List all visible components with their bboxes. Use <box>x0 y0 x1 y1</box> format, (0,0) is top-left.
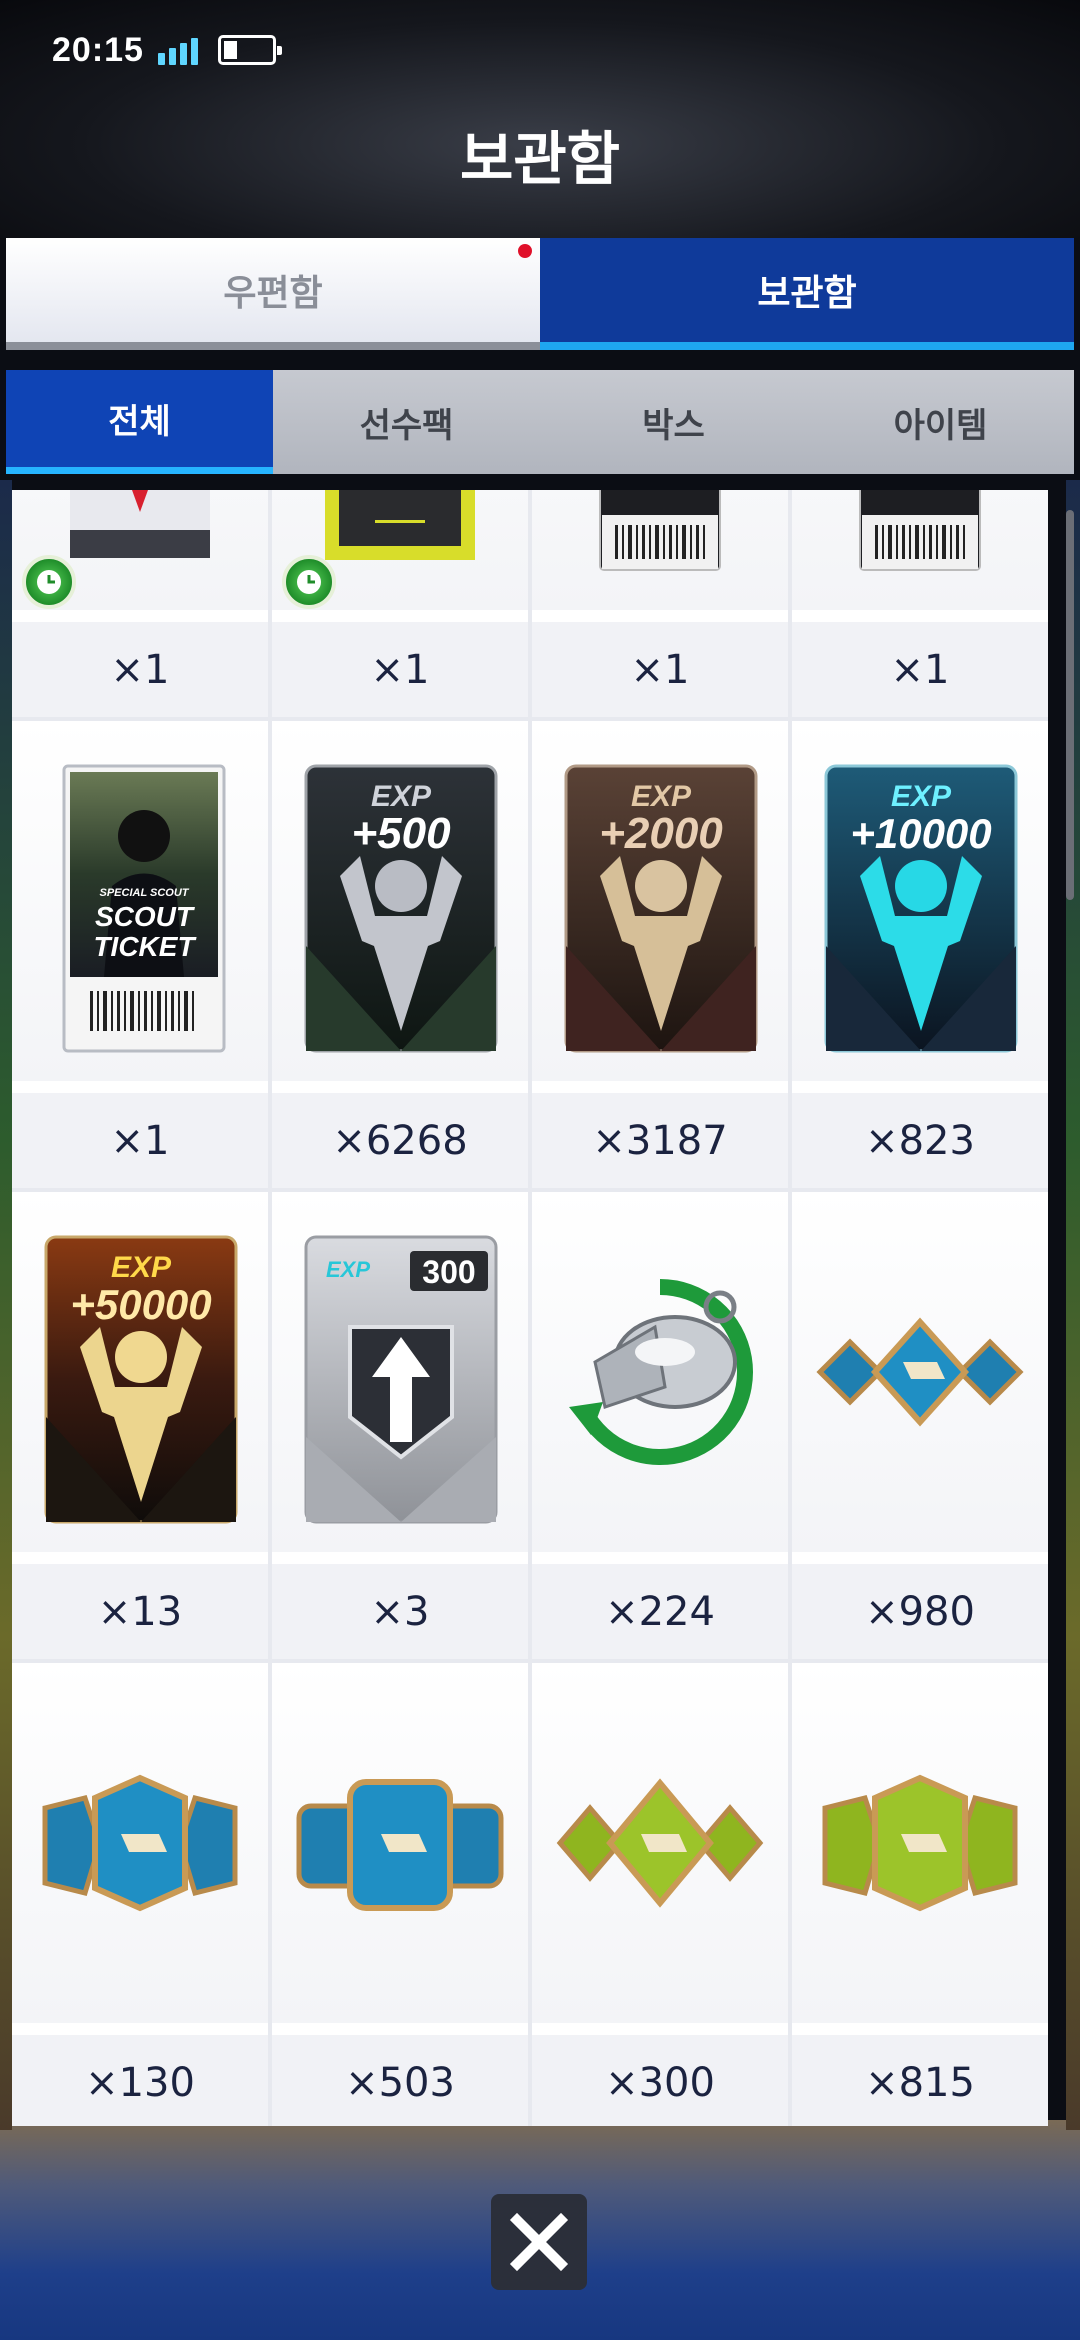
exp-card-label: EXP <box>891 780 952 813</box>
item-grid-panel: ×1 ×1 ×1 ×1 SPECIAL SCOUT SCOUT TICKET ×… <box>12 490 1048 2126</box>
status-bar: 20:15 <box>0 0 1080 100</box>
tab-player-packs[interactable]: 선수팩 <box>273 370 540 474</box>
item-quantity: ×3 <box>272 1564 528 1659</box>
exp-card-image: EXP +500 <box>272 721 528 1081</box>
item-cell[interactable]: ×1 <box>12 490 268 717</box>
item-cell[interactable]: ×1 <box>272 490 528 717</box>
item-cell[interactable]: ×980 <box>792 1192 1048 1659</box>
notification-dot <box>518 244 532 258</box>
item-cell[interactable]: ×1 <box>532 490 788 717</box>
tab-boxes[interactable]: 박스 <box>540 370 807 474</box>
exp-card-amount: +10000 <box>850 810 991 857</box>
item-cell[interactable]: ×815 <box>792 1663 1048 2126</box>
item-cell[interactable]: ×130 <box>12 1663 268 2126</box>
item-quantity: ×224 <box>532 1564 788 1659</box>
tab-all-label: 전체 <box>108 403 171 441</box>
tab-storage-label: 보관함 <box>757 272 857 313</box>
tab-storage[interactable]: 보관함 <box>540 238 1074 350</box>
tab-mailbox[interactable]: 우편함 <box>6 238 540 350</box>
grid-scrollbar[interactable] <box>1066 510 1074 900</box>
item-quantity: ×1 <box>532 622 788 717</box>
exp-up-label: EXP <box>326 1257 370 1282</box>
gift-box-image <box>272 490 528 610</box>
item-cell[interactable]: ×1 <box>792 490 1048 717</box>
exp-card-amount: +500 <box>351 809 451 858</box>
category-tabs: 전체 선수팩 박스 아이템 <box>6 370 1074 474</box>
blue-gems-image <box>12 1663 268 2023</box>
item-cell[interactable]: EXP +500 ×6268 <box>272 721 528 1188</box>
item-cell[interactable]: SPECIAL SCOUT SCOUT TICKET ×1 <box>12 721 268 1188</box>
item-cell[interactable]: ×503 <box>272 1663 528 2126</box>
exp-card-amount: +2000 <box>599 809 723 858</box>
ticket-image <box>532 490 788 610</box>
exp-card-image: EXP +50000 <box>12 1192 268 1552</box>
battery-icon <box>217 35 282 65</box>
clock-icon <box>282 555 336 609</box>
exp-card-image: EXP +10000 <box>792 721 1048 1081</box>
scout-ticket-image: SPECIAL SCOUT SCOUT TICKET <box>12 721 268 1081</box>
main-tabs: 우편함 보관함 <box>6 238 1074 350</box>
status-time: 20:15 <box>52 30 144 69</box>
item-cell[interactable]: ×224 <box>532 1192 788 1659</box>
tab-all[interactable]: 전체 <box>6 370 273 474</box>
item-quantity: ×13 <box>12 1564 268 1659</box>
blue-gems-image <box>272 1663 528 2023</box>
tab-mailbox-label: 우편함 <box>223 272 323 313</box>
scout-ticket-line3: TICKET <box>93 931 197 962</box>
green-gems-image <box>532 1663 788 2023</box>
item-quantity: ×1 <box>272 622 528 717</box>
item-cell[interactable]: EXP +10000 ×823 <box>792 721 1048 1188</box>
close-button[interactable] <box>491 2194 587 2290</box>
item-grid: ×1 ×1 ×1 ×1 SPECIAL SCOUT SCOUT TICKET ×… <box>12 490 1048 2126</box>
item-cell[interactable]: EXP +2000 ×3187 <box>532 721 788 1188</box>
exp-up-amount: 300 <box>422 1254 475 1290</box>
scout-ticket-line1: SPECIAL SCOUT <box>99 887 189 899</box>
whistle-image <box>532 1192 788 1552</box>
item-quantity: ×6268 <box>272 1093 528 1188</box>
scout-ticket-line2: SCOUT <box>95 901 196 932</box>
tab-player-packs-label: 선수팩 <box>359 406 454 445</box>
item-quantity: ×815 <box>792 2035 1048 2126</box>
signal-icon <box>157 35 198 65</box>
item-quantity: ×503 <box>272 2035 528 2126</box>
close-icon <box>509 2212 569 2272</box>
tab-items[interactable]: 아이템 <box>807 370 1074 474</box>
item-quantity: ×1 <box>12 622 268 717</box>
exp-card-amount: +50000 <box>70 1281 211 1328</box>
item-quantity: ×1 <box>792 622 1048 717</box>
tab-boxes-label: 박스 <box>642 406 705 445</box>
item-cell[interactable]: EXP 300 ×3 <box>272 1192 528 1659</box>
white-box-image <box>12 490 268 610</box>
green-gems-image <box>792 1663 1048 2023</box>
item-quantity: ×823 <box>792 1093 1048 1188</box>
clock-icon <box>22 555 76 609</box>
page-title: 보관함 <box>459 127 621 192</box>
exp-up-card-image: EXP 300 <box>272 1192 528 1552</box>
item-quantity: ×980 <box>792 1564 1048 1659</box>
item-quantity: ×1 <box>12 1093 268 1188</box>
item-quantity: ×130 <box>12 2035 268 2126</box>
item-cell[interactable]: EXP +50000 ×13 <box>12 1192 268 1659</box>
item-cell[interactable]: ×300 <box>532 1663 788 2126</box>
ticket-image <box>792 490 1048 610</box>
blue-gems-image <box>792 1192 1048 1552</box>
item-quantity: ×300 <box>532 2035 788 2126</box>
item-quantity: ×3187 <box>532 1093 788 1188</box>
exp-card-label: EXP <box>111 1251 172 1284</box>
exp-card-image: EXP +2000 <box>532 721 788 1081</box>
tab-items-label: 아이템 <box>893 406 988 445</box>
left-edge-background <box>0 480 12 2130</box>
